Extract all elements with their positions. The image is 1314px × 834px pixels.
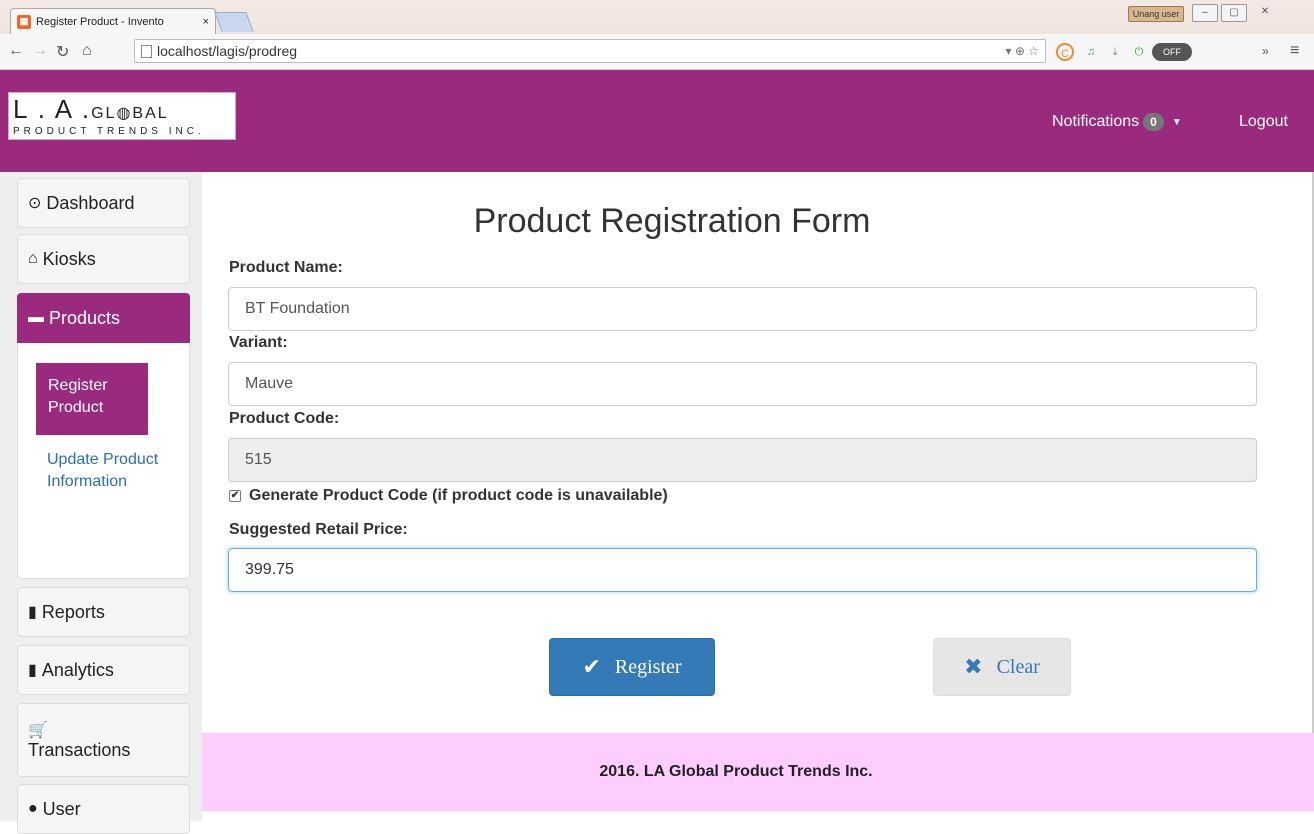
sidebar-item-label: Products xyxy=(49,307,121,328)
tab-close-icon[interactable]: × xyxy=(203,16,209,28)
reload-icon[interactable]: ↻ xyxy=(56,42,69,62)
cart-icon: 🛒 xyxy=(28,721,48,739)
download-icon[interactable]: ⤓ xyxy=(1106,43,1124,61)
bar-chart-icon: ▮ xyxy=(28,662,37,679)
logo-main-text: L . A .GL◍BAL xyxy=(13,96,235,127)
forward-icon[interactable]: → xyxy=(32,42,48,60)
x-icon: ✖ xyxy=(964,654,983,679)
notifications-count-badge: 0 xyxy=(1143,113,1164,131)
globe-icon: ◍ xyxy=(116,104,133,122)
page-icon xyxy=(141,44,152,58)
notifications-label: Notifications xyxy=(1052,113,1140,130)
register-label: Register xyxy=(614,655,682,678)
sidebar-item-label: Reports xyxy=(41,601,105,622)
file-icon: ▮ xyxy=(28,604,37,621)
clear-button[interactable]: ✖ Clear xyxy=(933,638,1071,696)
generate-code-checkbox[interactable]: ✔ xyxy=(229,490,241,502)
price-label: Suggested Retail Price: xyxy=(229,521,408,538)
footer: 2016. LA Global Product Trends Inc. xyxy=(202,733,1314,811)
close-window-icon[interactable]: ✕ xyxy=(1252,4,1278,22)
extension-c-icon[interactable]: C xyxy=(1056,43,1074,61)
variant-input[interactable]: Mauve xyxy=(228,362,1257,406)
logo-letters-bal: BAL xyxy=(132,104,169,122)
browser-tab-strip: ▦ Register Product - Invento × Unang use… xyxy=(0,0,1314,34)
sidebar-item-analytics[interactable]: ▮ Analytics xyxy=(17,645,190,695)
generate-code-row: ✔ Generate Product Code (if product code… xyxy=(229,487,668,505)
logo-letters-la: L . A . xyxy=(13,93,92,124)
app-header: L . A .GL◍BAL PRODUCT TRENDS INC. Notifi… xyxy=(0,70,1314,172)
menu-icon[interactable]: ≡ xyxy=(1290,42,1299,60)
notifications-dropdown[interactable]: Notifications 0 ▼ xyxy=(1052,113,1182,131)
product-code-label: Product Code: xyxy=(229,410,340,427)
maximize-icon[interactable]: ▢ xyxy=(1221,4,1247,22)
submenu-item-register-product[interactable]: Register Product xyxy=(36,363,148,435)
products-submenu: Register Product Update Product Informat… xyxy=(17,343,190,579)
sidebar-item-user[interactable]: ● User xyxy=(17,784,190,834)
sidebar-item-reports[interactable]: ▮ Reports xyxy=(17,587,190,637)
sidebar-item-dashboard[interactable]: ⊙ Dashboard xyxy=(17,178,190,228)
logout-link[interactable]: Logout xyxy=(1239,113,1288,131)
page-title: Product Registration Form xyxy=(473,202,871,240)
generate-code-label: Generate Product Code (if product code i… xyxy=(249,487,668,504)
variant-label: Variant: xyxy=(229,334,288,351)
sidebar-item-label: Kiosks xyxy=(42,248,96,269)
caret-down-icon: ▼ xyxy=(1171,116,1182,128)
dashboard-icon: ⊙ xyxy=(28,195,42,212)
sidebar-item-transactions[interactable]: 🛒 Transactions xyxy=(17,703,190,777)
browser-tab[interactable]: ▦ Register Product - Invento × xyxy=(10,8,216,34)
product-name-label: Product Name: xyxy=(229,259,343,276)
price-input[interactable]: 399.75 xyxy=(228,548,1257,592)
product-name-input[interactable]: BT Foundation xyxy=(228,287,1257,331)
clear-label: Clear xyxy=(996,655,1040,678)
register-button[interactable]: ✔ Register xyxy=(549,638,715,696)
logo-letters-gl: GL xyxy=(91,104,117,122)
company-logo[interactable]: L . A .GL◍BAL PRODUCT TRENDS INC. xyxy=(8,92,236,140)
tab-title: Register Product - Invento xyxy=(36,15,164,28)
check-icon: ✔ xyxy=(582,654,601,679)
logo-subtitle: PRODUCT TRENDS INC. xyxy=(13,125,205,137)
sidebar: ⊙ Dashboard ⌂ Kiosks ▬ Products Register… xyxy=(0,172,202,834)
sidebar-item-label: Analytics xyxy=(41,659,114,680)
sidebar-item-label: Dashboard xyxy=(46,192,135,213)
url-text: localhost/lagis/prodreg xyxy=(157,43,298,59)
sidebar-item-kiosks[interactable]: ⌂ Kiosks xyxy=(17,234,190,284)
briefcase-icon: ▬ xyxy=(28,309,44,326)
power-icon[interactable]: ⏻ xyxy=(1130,43,1148,61)
product-code-input[interactable]: 515 xyxy=(228,438,1257,482)
toggle-off-icon[interactable]: OFF xyxy=(1152,43,1192,61)
home-icon: ⌂ xyxy=(28,250,38,267)
bookmark-star-icon[interactable]: ▾ ⊕ ☆ xyxy=(1005,44,1039,58)
new-tab-button[interactable] xyxy=(214,12,254,32)
submenu-item-update-product[interactable]: Update Product Information xyxy=(47,449,177,493)
sidebar-item-label: User xyxy=(42,798,81,819)
home-page-icon[interactable]: ⌂ xyxy=(82,42,92,60)
headphones-icon[interactable]: ♫ xyxy=(1082,43,1100,61)
overflow-icon[interactable]: » xyxy=(1262,44,1269,58)
user-icon: ● xyxy=(28,800,38,817)
favicon-icon: ▦ xyxy=(17,14,31,29)
address-bar[interactable]: localhost/lagis/prodreg ▾ ⊕ ☆ xyxy=(134,39,1046,63)
sidebar-item-products[interactable]: ▬ Products xyxy=(17,293,190,343)
back-icon[interactable]: ← xyxy=(8,42,24,60)
sidebar-item-label: Transactions xyxy=(28,739,131,760)
window-user-badge[interactable]: Unang user xyxy=(1128,6,1184,22)
minimize-icon[interactable]: – xyxy=(1192,4,1218,22)
browser-toolbar: ← → ↻ ⌂ localhost/lagis/prodreg ▾ ⊕ ☆ C … xyxy=(0,34,1314,70)
